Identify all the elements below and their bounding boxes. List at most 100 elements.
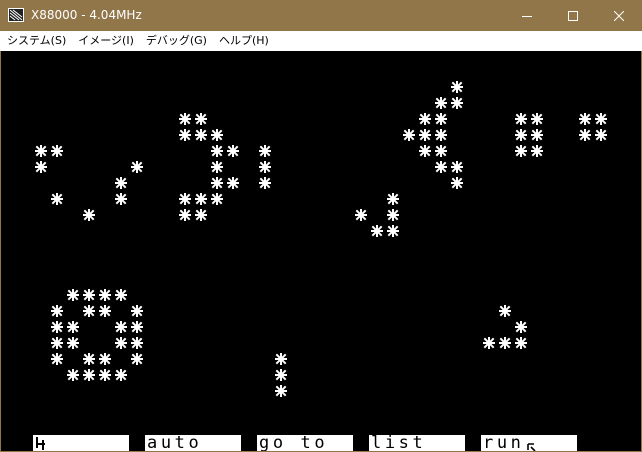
asterisk-glyph: [195, 193, 207, 205]
asterisk-glyph: [211, 129, 223, 141]
asterisk-glyph: [435, 161, 447, 173]
asterisk-glyph: [131, 337, 143, 349]
function-key-2[interactable]: auto: [145, 435, 241, 451]
asterisk-glyph: [259, 145, 271, 157]
title-bar[interactable]: X88000 - 4.04MHz: [0, 0, 642, 31]
asterisk-glyph: [579, 113, 591, 125]
asterisk-glyph: [259, 161, 271, 173]
asterisk-glyph: [179, 129, 191, 141]
asterisk-glyph: [531, 145, 543, 157]
asterisk-glyph: [451, 161, 463, 173]
asterisk-glyph: [371, 225, 383, 237]
asterisk-glyph: [115, 289, 127, 301]
asterisk-glyph: [195, 209, 207, 221]
asterisk-glyph: [387, 193, 399, 205]
asterisk-glyph: [99, 369, 111, 381]
asterisk-glyph: [99, 353, 111, 365]
function-key-5[interactable]: run: [481, 435, 577, 451]
asterisk-glyph: [435, 129, 447, 141]
asterisk-glyph: [83, 353, 95, 365]
asterisk-glyph: [51, 337, 63, 349]
menu-debug[interactable]: デバッグ(G): [140, 31, 213, 51]
return-glyph-icon: [527, 443, 536, 451]
asterisk-glyph: [83, 369, 95, 381]
asterisk-glyph: [51, 321, 63, 333]
asterisk-glyph: [51, 353, 63, 365]
asterisk-glyph: [211, 177, 223, 189]
asterisk-glyph: [435, 113, 447, 125]
asterisk-glyph: [35, 161, 47, 173]
window-title: X88000 - 4.04MHz: [31, 8, 142, 22]
asterisk-glyph: [579, 129, 591, 141]
maximize-button[interactable]: [550, 0, 596, 31]
x88000-app-icon[interactable]: [8, 8, 24, 22]
asterisk-glyph: [435, 97, 447, 109]
emulator-screen[interactable]: auto go to list run: [1, 51, 641, 451]
asterisk-glyph: [83, 305, 95, 317]
asterisk-glyph: [419, 145, 431, 157]
asterisk-glyph: [35, 145, 47, 157]
asterisk-glyph: [499, 337, 511, 349]
asterisk-glyph: [387, 225, 399, 237]
asterisk-glyph: [51, 305, 63, 317]
asterisk-glyph: [51, 193, 63, 205]
function-key-1[interactable]: [33, 435, 129, 451]
asterisk-glyph: [275, 385, 287, 397]
asterisk-glyph: [355, 209, 367, 221]
asterisk-glyph: [67, 321, 79, 333]
menu-help[interactable]: ヘルプ(H): [213, 31, 275, 51]
asterisk-glyph: [483, 337, 495, 349]
asterisk-glyph: [99, 289, 111, 301]
asterisk-glyph: [275, 369, 287, 381]
asterisk-glyph: [451, 97, 463, 109]
asterisk-glyph: [515, 129, 527, 141]
function-key-3-label: go to: [259, 435, 329, 451]
asterisk-glyph: [67, 337, 79, 349]
asterisk-glyph: [451, 177, 463, 189]
asterisk-glyph: [99, 305, 111, 317]
asterisk-glyph: [115, 337, 127, 349]
asterisk-glyph: [131, 321, 143, 333]
asterisk-glyph: [387, 209, 399, 221]
cursor-glyph-icon: [36, 437, 45, 450]
asterisk-glyph: [515, 321, 527, 333]
asterisk-glyph: [227, 145, 239, 157]
menu-image[interactable]: イメージ(I): [72, 31, 140, 51]
maximize-icon: [568, 10, 578, 21]
asterisk-glyph: [531, 113, 543, 125]
menu-bar: システム(S) イメージ(I) デバッグ(G) ヘルプ(H): [0, 31, 642, 51]
asterisk-glyph: [179, 113, 191, 125]
asterisk-glyph: [83, 289, 95, 301]
function-key-2-label: auto: [147, 435, 203, 451]
asterisk-glyph: [131, 161, 143, 173]
asterisk-glyph: [419, 129, 431, 141]
screen-glyph-layer: [35, 81, 607, 397]
asterisk-glyph: [115, 177, 127, 189]
menu-system[interactable]: システム(S): [0, 31, 72, 51]
asterisk-glyph: [67, 369, 79, 381]
asterisk-glyph: [403, 129, 415, 141]
asterisk-glyph: [51, 145, 63, 157]
asterisk-glyph: [515, 113, 527, 125]
asterisk-glyph: [131, 305, 143, 317]
asterisk-glyph: [115, 321, 127, 333]
asterisk-glyph: [595, 113, 607, 125]
asterisk-glyph: [499, 305, 511, 317]
asterisk-glyph: [515, 145, 527, 157]
asterisk-glyph: [515, 337, 527, 349]
asterisk-glyph: [131, 353, 143, 365]
asterisk-glyph: [179, 193, 191, 205]
asterisk-glyph: [115, 193, 127, 205]
asterisk-glyph: [211, 145, 223, 157]
function-key-3[interactable]: go to: [257, 435, 353, 451]
asterisk-glyph: [451, 81, 463, 93]
asterisk-glyph: [115, 369, 127, 381]
asterisk-glyph: [179, 209, 191, 221]
close-button[interactable]: [596, 0, 642, 31]
minimize-button[interactable]: [504, 0, 550, 31]
function-key-4[interactable]: list: [369, 435, 465, 451]
asterisk-glyph: [531, 129, 543, 141]
asterisk-glyph: [227, 177, 239, 189]
asterisk-glyph: [195, 129, 207, 141]
asterisk-glyph: [195, 113, 207, 125]
